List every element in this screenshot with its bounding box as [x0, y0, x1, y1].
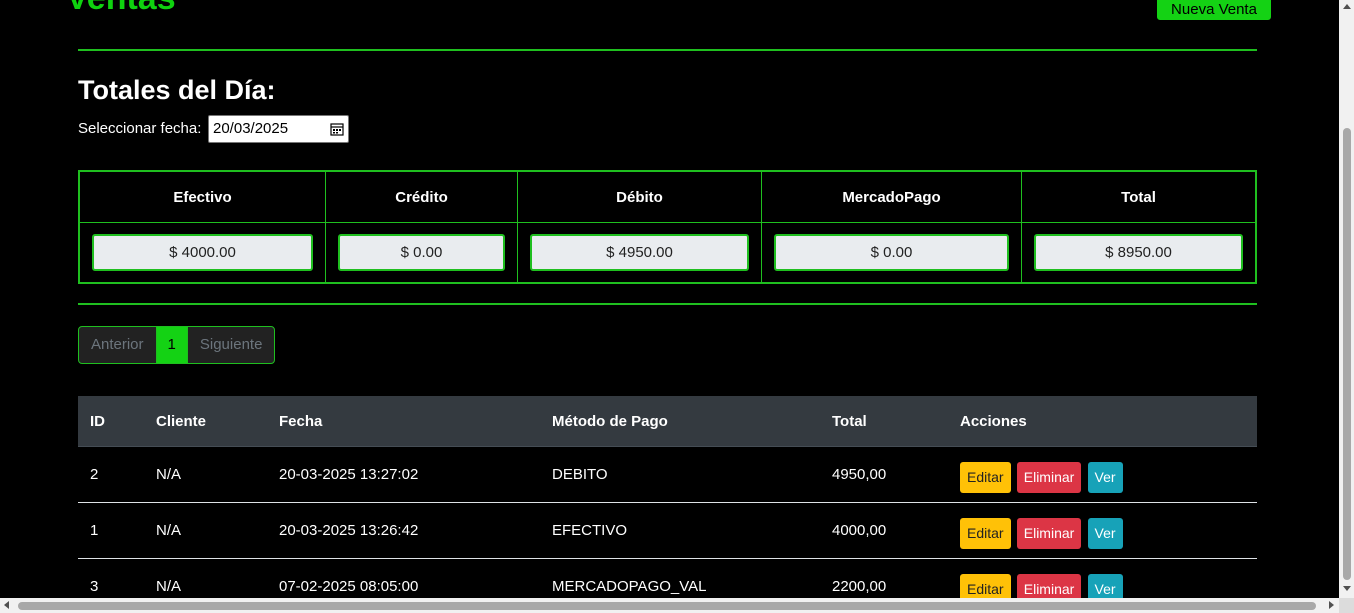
page-title: Ventas: [66, 0, 176, 18]
vertical-scrollbar[interactable]: [1339, 0, 1354, 598]
total-mercadopago-field: $ 0.00: [774, 234, 1009, 271]
cell-acciones: Editar Eliminar Ver: [948, 446, 1257, 503]
total-efectivo-field: $ 4000.00: [92, 234, 313, 271]
total-general-field: $ 8950.00: [1034, 234, 1243, 271]
cell-total: 4950,00: [820, 446, 948, 503]
pagination-page[interactable]: 1: [156, 327, 187, 363]
cell-cliente: N/A: [144, 558, 267, 598]
table-row: 3 N/A 07-02-2025 08:05:00 MERCADOPAGO_VA…: [78, 558, 1257, 598]
table-row: 2 N/A 20-03-2025 13:27:02 DEBITO 4950,00…: [78, 446, 1257, 503]
view-button[interactable]: Ver: [1087, 518, 1123, 549]
scroll-left-arrow-icon[interactable]: [4, 601, 9, 609]
cell-acciones: Editar Eliminar Ver: [948, 558, 1257, 598]
cell-id: 1: [78, 502, 144, 559]
calendar-icon[interactable]: [330, 122, 344, 136]
totals-cell-total: $ 8950.00: [1021, 222, 1257, 284]
totals-header-credito: Crédito: [325, 170, 518, 223]
delete-button[interactable]: Eliminar: [1016, 518, 1082, 549]
col-metodo: Método de Pago: [540, 396, 820, 447]
date-label: Seleccionar fecha:: [78, 120, 202, 137]
scroll-up-arrow-icon[interactable]: [1343, 4, 1351, 9]
cell-fecha: 07-02-2025 08:05:00: [267, 558, 540, 598]
pagination-next[interactable]: Siguiente: [186, 327, 275, 363]
sales-table-header: ID Cliente Fecha Método de Pago Total Ac…: [78, 396, 1257, 447]
totals-header-total: Total: [1021, 170, 1257, 223]
scroll-right-arrow-icon[interactable]: [1329, 601, 1334, 609]
view-button[interactable]: Ver: [1087, 462, 1123, 493]
cell-total: 4000,00: [820, 502, 948, 559]
edit-button[interactable]: Editar: [960, 462, 1011, 493]
edit-button[interactable]: Editar: [960, 574, 1011, 598]
cell-acciones: Editar Eliminar Ver: [948, 502, 1257, 559]
total-debito-field: $ 4950.00: [530, 234, 749, 271]
col-cliente: Cliente: [144, 396, 267, 447]
cell-fecha: 20-03-2025 13:27:02: [267, 446, 540, 503]
page-viewport: Ventas Nueva Venta Totales del Día: Sele…: [0, 0, 1339, 598]
totals-cell-mercadopago: $ 0.00: [761, 222, 1022, 284]
totals-header-mercadopago: MercadoPago: [761, 170, 1022, 223]
date-value: 20/03/2025: [213, 120, 289, 137]
totals-cell-credito: $ 0.00: [325, 222, 518, 284]
cell-cliente: N/A: [144, 502, 267, 559]
cell-fecha: 20-03-2025 13:26:42: [267, 502, 540, 559]
pagination-prev[interactable]: Anterior: [79, 327, 157, 363]
new-sale-button[interactable]: Nueva Venta: [1157, 0, 1271, 20]
sales-table: ID Cliente Fecha Método de Pago Total Ac…: [78, 396, 1257, 598]
cell-cliente: N/A: [144, 446, 267, 503]
col-total: Total: [820, 396, 948, 447]
col-acciones: Acciones: [948, 396, 1257, 447]
totals-cell-efectivo: $ 4000.00: [78, 222, 326, 284]
totals-table: Efectivo Crédito Débito MercadoPago Tota…: [78, 170, 1257, 284]
total-credito-field: $ 0.00: [338, 234, 505, 271]
horizontal-scroll-thumb[interactable]: [18, 602, 1316, 610]
scrollbar-corner: [1339, 598, 1354, 613]
vertical-scroll-thumb[interactable]: [1343, 128, 1351, 580]
view-button[interactable]: Ver: [1087, 574, 1123, 598]
date-input[interactable]: 20/03/2025: [208, 115, 349, 143]
cell-id: 3: [78, 558, 144, 598]
horizontal-scrollbar[interactable]: [0, 598, 1339, 613]
cell-metodo: MERCADOPAGO_VAL: [540, 558, 820, 598]
scroll-down-arrow-icon[interactable]: [1343, 586, 1351, 591]
totals-heading: Totales del Día:: [78, 75, 276, 105]
cell-metodo: EFECTIVO: [540, 502, 820, 559]
divider-top: [78, 49, 1257, 51]
delete-button[interactable]: Eliminar: [1016, 462, 1082, 493]
table-row: 1 N/A 20-03-2025 13:26:42 EFECTIVO 4000,…: [78, 502, 1257, 559]
cell-metodo: DEBITO: [540, 446, 820, 503]
edit-button[interactable]: Editar: [960, 518, 1011, 549]
pagination: Anterior 1 Siguiente: [78, 326, 276, 364]
divider-middle: [78, 303, 1257, 305]
cell-total: 2200,00: [820, 558, 948, 598]
cell-id: 2: [78, 446, 144, 503]
col-id: ID: [78, 396, 144, 447]
totals-header-efectivo: Efectivo: [78, 170, 326, 223]
delete-button[interactable]: Eliminar: [1016, 574, 1082, 598]
totals-cell-debito: $ 4950.00: [517, 222, 762, 284]
col-fecha: Fecha: [267, 396, 540, 447]
totals-header-debito: Débito: [517, 170, 762, 223]
